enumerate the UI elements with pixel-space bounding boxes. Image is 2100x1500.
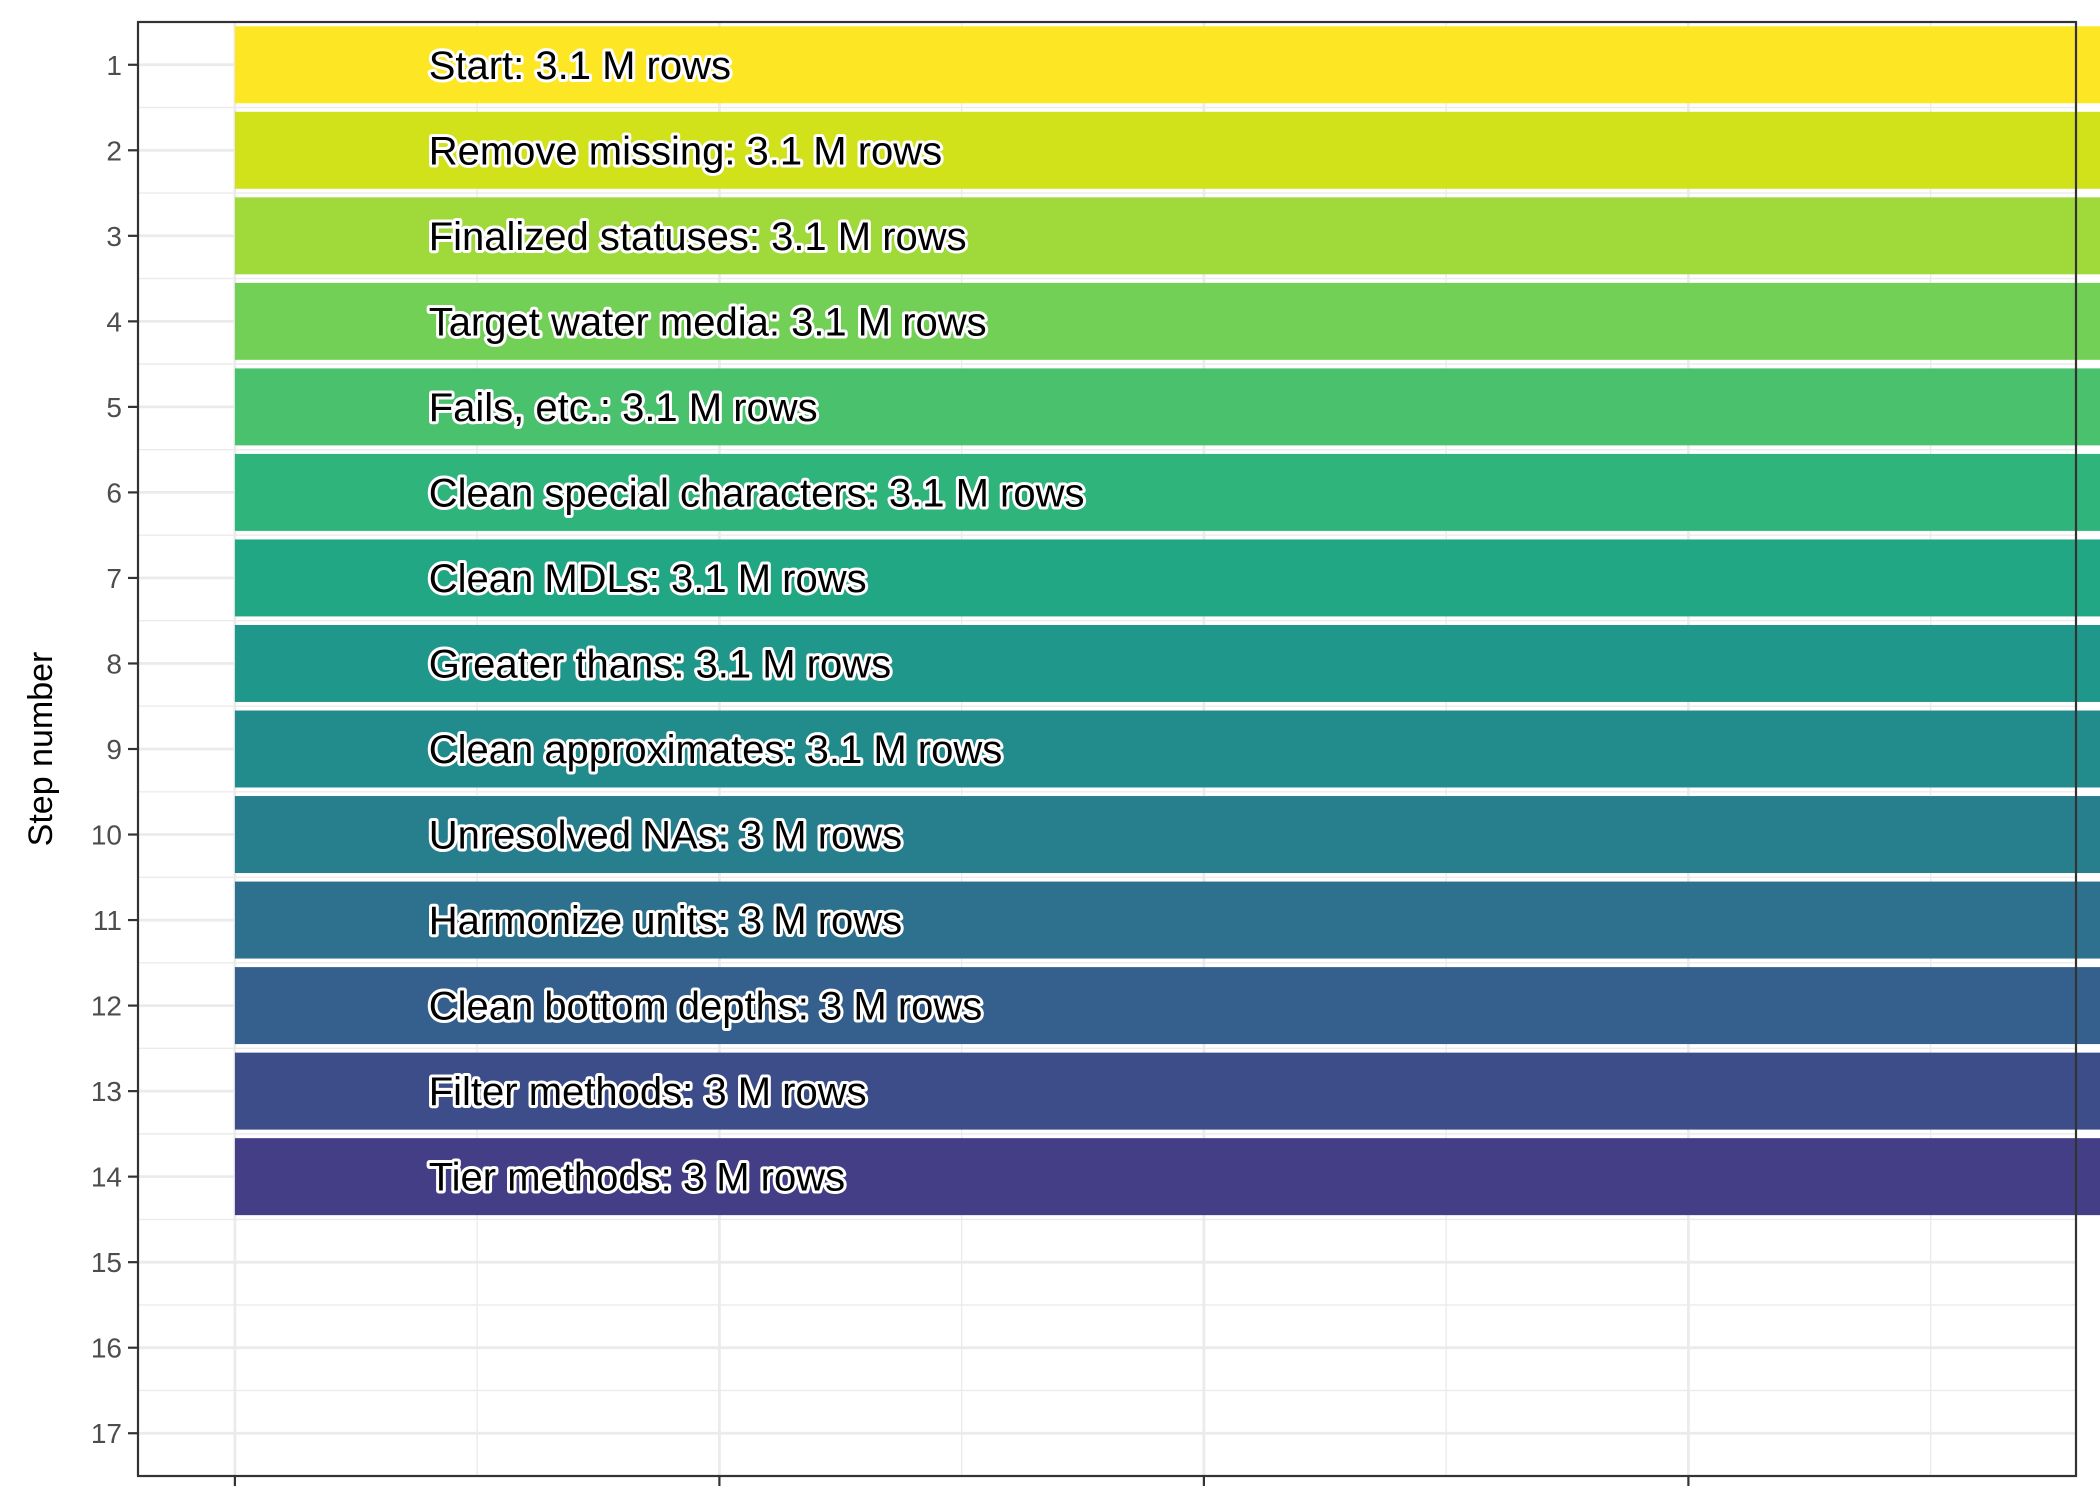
y-tick-label: 15 [91,1247,122,1278]
y-tick-label: 13 [91,1076,122,1107]
bar-label-step-11: Harmonize units: 3 M rows [429,899,902,943]
y-tick-label: 8 [106,648,122,679]
bar-label-step-13: Filter methods: 3 M rows [429,1070,867,1114]
y-tick-label: 11 [93,905,122,936]
y-tick-label: 3 [106,221,122,252]
bar-label-step-9: Clean approximates: 3.1 M rows [429,728,1003,772]
y-tick-label: 14 [91,1162,122,1193]
bar-label-step-7: Clean MDLs: 3.1 M rows [429,557,867,601]
y-tick-label: 5 [106,392,122,423]
bar-label-step-14: Tier methods: 3 M rows [429,1156,845,1200]
bar-label-step-8: Greater thans: 3.1 M rows [429,642,891,686]
bar-label-step-4: Target water media: 3.1 M rows [429,300,987,344]
bar-label-step-5: Fails, etc.: 3.1 M rows [429,386,818,430]
y-tick-label: 6 [106,477,122,508]
bar-label-step-3: Finalized statuses: 3.1 M rows [429,215,967,259]
y-tick-label: 4 [106,306,122,337]
bar-label-step-2: Remove missing: 3.1 M rows [429,129,942,173]
y-tick-label: 9 [106,734,122,765]
chart: Start: 3.1 M rows Remove missing: 3.1 M r… [0,0,2100,1500]
y-tick-label: 16 [91,1333,122,1364]
y-tick-label: 1 [106,50,122,81]
bar-label-step-6: Clean special characters: 3.1 M rows [429,471,1085,515]
y-tick-label: 12 [91,991,122,1022]
y-tick-label: 10 [91,820,122,851]
bar-label-step-10: Unresolved NAs: 3 M rows [429,814,902,858]
y-tick-label: 7 [106,563,122,594]
y-axis-title: Step number [22,652,60,847]
y-tick-label: 17 [91,1418,122,1449]
y-tick-label: 2 [106,135,122,166]
bar-label-step-12: Clean bottom depths: 3 M rows [429,985,983,1029]
bar-label-step-1: Start: 3.1 M rows [429,44,731,88]
bar-chart: Start: 3.1 M rows Remove missing: 3.1 M r… [22,20,2100,1486]
